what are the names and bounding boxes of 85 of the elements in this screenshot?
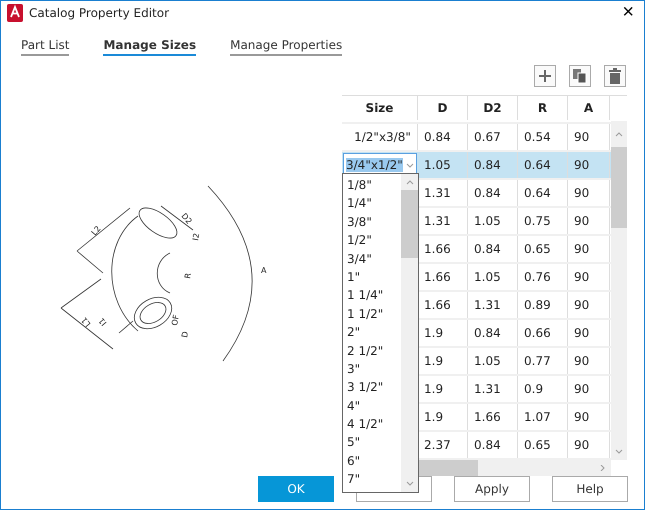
scroll-down-icon[interactable] [406,481,414,487]
dimension-label: D2 [179,212,194,226]
table-cell: 1.31 [468,376,518,402]
tab[interactable]: Part List [21,38,70,56]
table-cell: 90 [568,208,610,234]
table-cell: 1.05 [468,208,518,234]
dimension-label: OF [170,314,181,326]
table-cell: 0.54 [518,124,568,150]
dropdown-option[interactable]: 1" [347,268,401,286]
table-cell: 0.84 [418,124,468,150]
vertical-scrollbar[interactable] [611,121,627,460]
table-cell: 0.89 [518,292,568,318]
table-cell: 0.67 [468,124,518,150]
table-cell: 0.66 [518,320,568,346]
table-cell: 0.76 [518,264,568,290]
table-row[interactable]: 3/4"x1/2" 1.05 0.84 0.64 90 [342,152,611,180]
table-cell: 0.65 [518,236,568,262]
dropdown-option[interactable]: 4 1/2" [347,415,401,434]
list-scrollbar[interactable] [401,174,418,492]
table-cell: 1/2"x3/8" [342,124,418,150]
close-button[interactable]: × [618,1,638,24]
copy-button[interactable] [569,65,591,87]
table-cell: 0.84 [468,236,518,262]
table-cell: 90 [568,432,610,458]
table-cell: 0.84 [468,152,518,178]
add-button[interactable] [534,65,556,87]
scrollbar-thumb[interactable] [611,147,627,228]
table-cell: 90 [568,348,610,374]
column-header[interactable]: D [418,96,468,120]
tab[interactable]: Manage Sizes [103,38,196,56]
dropdown-option[interactable]: 7" [347,470,401,489]
dimension-label: D [180,330,190,338]
dropdown-option[interactable]: 3" [347,360,401,378]
dimension-label: L1 [80,315,93,328]
table-cell: 0.84 [468,432,518,458]
dimension-label: L2 [90,224,103,238]
dimension-label: A [261,266,266,275]
dimension-label: I2 [191,232,202,242]
dimension-label: I1 [96,316,109,328]
copy-icon [572,68,588,84]
table-cell: 0.64 [518,152,568,178]
dropdown-option[interactable]: 2" [347,323,401,342]
dropdown-option[interactable]: 3 1/2" [347,378,401,397]
dropdown-option[interactable]: 3/8" [347,212,401,232]
table-cell: 1.31 [468,292,518,318]
dimension-label: R [183,272,193,280]
table-row[interactable]: 1/2"x3/8" 0.84 0.67 0.54 90 [342,124,611,152]
table-cell: 1.05 [468,264,518,290]
table-cell: 90 [568,292,610,318]
column-header[interactable]: A [568,96,610,120]
table-cell: 90 [568,404,610,430]
scrollbar-thumb[interactable] [401,190,418,258]
table-cell: 0.84 [468,180,518,206]
plus-icon [538,69,552,83]
table-cell: 90 [568,320,610,346]
table-cell: 90 [568,376,610,402]
apply-button[interactable]: Apply [454,476,530,502]
table-cell: 90 [568,152,610,178]
table-cell: 0.64 [518,180,568,206]
table-cell: 90 [568,236,610,262]
scroll-down-icon[interactable] [615,449,623,455]
table-cell: 0.9 [518,376,568,402]
table-cell: 0.77 [518,348,568,374]
help-button[interactable]: Help [552,476,628,502]
dropdown-option[interactable]: 5" [347,433,401,452]
table-cell: 0.65 [518,432,568,458]
window-title: Catalog Property Editor [29,6,170,20]
table-cell: 0.84 [468,320,518,346]
table-cell: 90 [568,264,610,290]
table-cell: 1.05 [468,348,518,374]
delete-button[interactable] [604,65,626,87]
scroll-right-icon[interactable] [599,465,607,471]
app-logo-icon [7,4,23,22]
table-cell: 0.75 [518,208,568,234]
column-header[interactable]: R [518,96,568,120]
column-header[interactable]: D2 [468,96,518,120]
scroll-up-icon[interactable] [406,179,414,185]
table-cell: 1.07 [518,404,568,430]
table-cell: 1.66 [468,404,518,430]
table-cell: 90 [568,180,610,206]
trash-icon [608,68,622,84]
scroll-up-icon[interactable] [615,131,623,137]
tab[interactable]: Manage Properties [230,38,342,56]
table-cell: 90 [568,124,610,150]
column-header[interactable]: Size [342,96,418,120]
